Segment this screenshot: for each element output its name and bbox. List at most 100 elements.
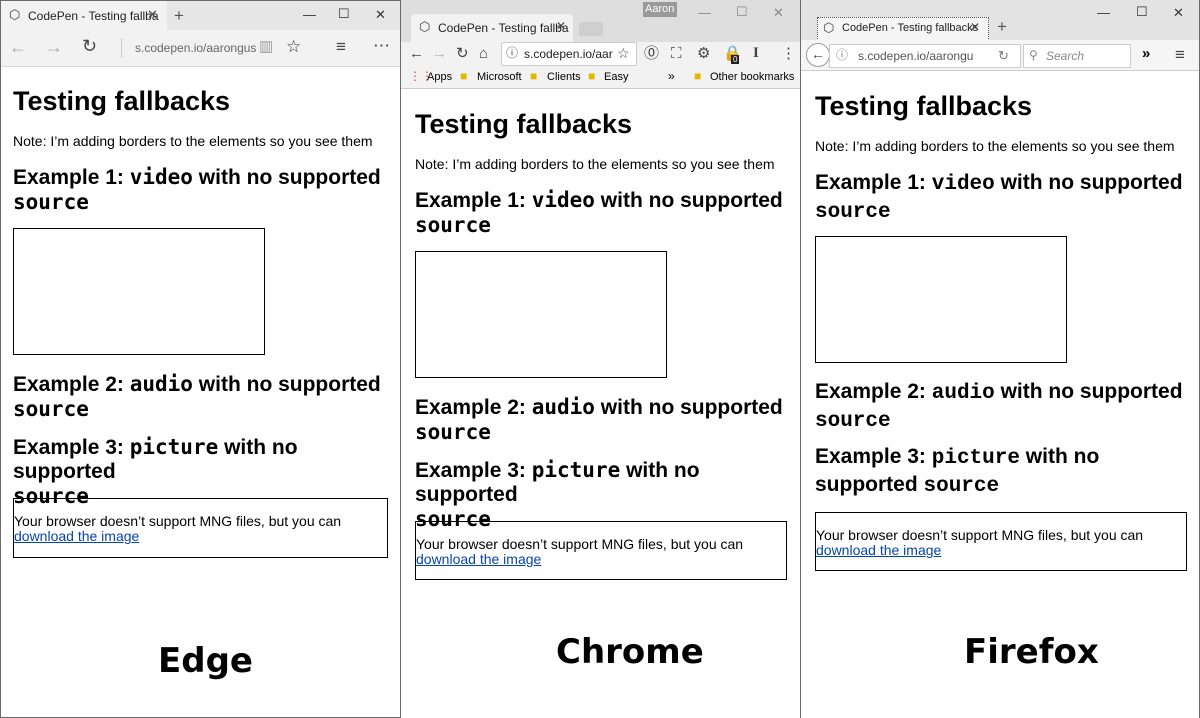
favorite-star-icon[interactable]: ☆ xyxy=(286,38,301,55)
download-image-link[interactable]: download the image xyxy=(416,551,541,567)
chrome-window: ⬡ CodePen - Testing fallba ✕ Aaron — ☐ ✕… xyxy=(401,0,801,718)
reload-icon[interactable]: ↻ xyxy=(456,46,469,61)
bookmarks-overflow[interactable]: » xyxy=(668,69,675,83)
back-icon[interactable]: ← xyxy=(9,38,27,56)
other-bookmarks[interactable]: Other bookmarks xyxy=(710,71,794,83)
download-image-link[interactable]: download the image xyxy=(14,528,139,544)
codepen-logo-icon: ⬡ xyxy=(823,20,835,35)
maximize-icon[interactable]: ☐ xyxy=(338,6,350,22)
bookmarks-bar: ⋮⋮ Apps ■ Microsoft ■ Clients ■ Easy » ■… xyxy=(401,66,800,89)
firefox-window: ⬡ CodePen - Testing fallbacks ✕ + — ☐ ✕ … xyxy=(801,0,1200,718)
example-2-heading: Example 2: audio with no supported source xyxy=(415,395,783,444)
chrome-toolbar: ← → ↻ ⌂ ⓘ s.codepen.io/aar ☆ ⓪ ⛶ ⚙ 🔒 0 I… xyxy=(401,42,800,66)
profile-badge[interactable]: Aaron xyxy=(643,2,677,17)
page-title: Testing fallbacks xyxy=(415,109,633,139)
window-close-icon[interactable]: ✕ xyxy=(375,7,386,23)
edge-tab[interactable]: ⬡ CodePen - Testing fallba ✕ xyxy=(1,1,167,30)
bookmark-star-icon[interactable]: ☆ xyxy=(617,46,630,60)
minimize-icon[interactable]: — xyxy=(1097,5,1110,20)
edge-window: ⬡ CodePen - Testing fallba ✕ + — ☐ ✕ ← →… xyxy=(0,0,401,718)
settings-gear-icon[interactable]: ⚙ xyxy=(697,46,710,61)
bookmark-apps[interactable]: Apps xyxy=(427,71,452,83)
edge-tab-title: CodePen - Testing fallba xyxy=(28,9,159,23)
menu-icon[interactable]: ⋮ xyxy=(781,46,796,61)
profile-name: Aaron xyxy=(645,3,675,15)
minimize-icon[interactable]: — xyxy=(303,7,316,22)
bookmark-clients[interactable]: Clients xyxy=(547,71,581,83)
example-1-heading: Example 1: video with no supported source xyxy=(13,165,381,214)
hub-icon[interactable]: ≡ xyxy=(336,38,346,55)
note-text: Note: I’m adding borders to the elements… xyxy=(13,133,373,149)
chrome-tab-title: CodePen - Testing fallba xyxy=(438,21,569,35)
maximize-icon[interactable]: ☐ xyxy=(736,4,748,20)
video-element[interactable] xyxy=(815,236,1067,363)
window-close-icon[interactable]: ✕ xyxy=(1173,5,1184,21)
hamburger-menu-icon[interactable]: ≡ xyxy=(1175,46,1185,63)
back-button[interactable]: ← xyxy=(806,43,830,67)
info-icon[interactable]: ⓘ xyxy=(506,47,518,59)
extension-1-icon[interactable]: ⓪ xyxy=(644,46,659,61)
folder-icon: ■ xyxy=(694,69,702,83)
page-title: Testing fallbacks xyxy=(815,91,1033,121)
forward-icon[interactable]: → xyxy=(432,46,447,61)
picture-fallback: Your browser doesn’t support MNG files, … xyxy=(13,498,388,558)
back-icon[interactable]: ← xyxy=(409,46,424,61)
fallback-text: Your browser doesn’t support MNG files, … xyxy=(14,513,342,529)
close-tab-icon[interactable]: ✕ xyxy=(970,21,980,33)
close-tab-icon[interactable]: ✕ xyxy=(556,20,566,32)
chrome-address: s.codepen.io/aar xyxy=(524,47,613,61)
example-1-heading: Example 1: video with no supported source xyxy=(815,171,1183,224)
chrome-tab[interactable]: ⬡ CodePen - Testing fallba ✕ xyxy=(411,14,573,42)
example-2-heading: Example 2: audio with no supported source xyxy=(815,380,1183,433)
firefox-toolbar: ← ⓘ s.codepen.io/aarongu ↻ ⚲ Search » ≡ xyxy=(801,40,1199,71)
overflow-chevron-icon[interactable]: » xyxy=(1142,45,1150,62)
firefox-urlbar[interactable]: ⓘ s.codepen.io/aarongu ↻ xyxy=(829,44,1021,68)
video-element[interactable] xyxy=(13,228,265,355)
chrome-omnibox[interactable]: ⓘ s.codepen.io/aar ☆ xyxy=(501,42,637,66)
reload-icon[interactable]: ↻ xyxy=(998,49,1009,62)
extension-2-icon[interactable]: ⛶ xyxy=(671,46,682,61)
forward-icon[interactable]: → xyxy=(45,38,63,56)
page-title: Testing fallbacks xyxy=(13,86,231,116)
refresh-icon[interactable]: ↻ xyxy=(82,37,97,55)
firefox-search-box[interactable]: ⚲ Search xyxy=(1023,44,1131,68)
folder-icon: ■ xyxy=(460,69,468,83)
text-extension-icon[interactable]: I xyxy=(753,46,759,61)
edge-toolbar: ← → ↻ s.codepen.io/aarongus ▥ ☆ ≡ ⋯ xyxy=(1,30,400,67)
fallback-text: Your browser doesn’t support MNG files, … xyxy=(816,527,1144,543)
new-tab-icon[interactable]: + xyxy=(997,18,1007,35)
back-icon: ← xyxy=(811,46,825,62)
new-tab-button[interactable] xyxy=(579,22,603,36)
video-element[interactable] xyxy=(415,251,667,378)
browser-caption: Edge xyxy=(158,641,253,681)
edge-address-bar[interactable]: s.codepen.io/aarongus xyxy=(135,41,256,55)
close-tab-icon[interactable]: ✕ xyxy=(147,8,158,21)
browser-caption: Firefox xyxy=(964,632,1099,672)
firefox-tab-title: CodePen - Testing fallbacks xyxy=(842,22,979,34)
example-1-heading: Example 1: video with no supported source xyxy=(415,188,783,237)
picture-fallback: Your browser doesn’t support MNG files, … xyxy=(415,521,787,580)
maximize-icon[interactable]: ☐ xyxy=(1136,4,1148,20)
folder-icon: ■ xyxy=(530,69,538,83)
browser-caption: Chrome xyxy=(556,632,704,672)
extension-badge: 0 xyxy=(731,55,740,64)
codepen-logo-icon: ⬡ xyxy=(9,7,21,22)
info-icon[interactable]: ⓘ xyxy=(836,49,848,61)
example-3-heading: Example 3: picture with no supported sour… xyxy=(815,445,1100,498)
reading-view-icon[interactable]: ▥ xyxy=(259,39,273,54)
firefox-address: s.codepen.io/aarongu xyxy=(858,49,974,63)
home-icon[interactable]: ⌂ xyxy=(479,46,488,61)
window-close-icon[interactable]: ✕ xyxy=(773,5,784,21)
picture-fallback: Your browser doesn’t support MNG files, … xyxy=(815,512,1187,571)
download-image-link[interactable]: download the image xyxy=(816,542,941,558)
note-text: Note: I’m adding borders to the elements… xyxy=(815,138,1175,154)
more-icon[interactable]: ⋯ xyxy=(373,37,390,54)
minimize-icon[interactable]: — xyxy=(698,5,711,20)
new-tab-icon[interactable]: + xyxy=(174,7,184,24)
note-text: Note: I’m adding borders to the elements… xyxy=(415,156,775,172)
fallback-text: Your browser doesn’t support MNG files, … xyxy=(416,536,744,552)
bookmark-microsoft[interactable]: Microsoft xyxy=(477,71,522,83)
bookmark-easy[interactable]: Easy xyxy=(604,71,628,83)
firefox-tab[interactable]: ⬡ CodePen - Testing fallbacks ✕ xyxy=(817,17,989,41)
codepen-logo-icon: ⬡ xyxy=(419,19,431,34)
